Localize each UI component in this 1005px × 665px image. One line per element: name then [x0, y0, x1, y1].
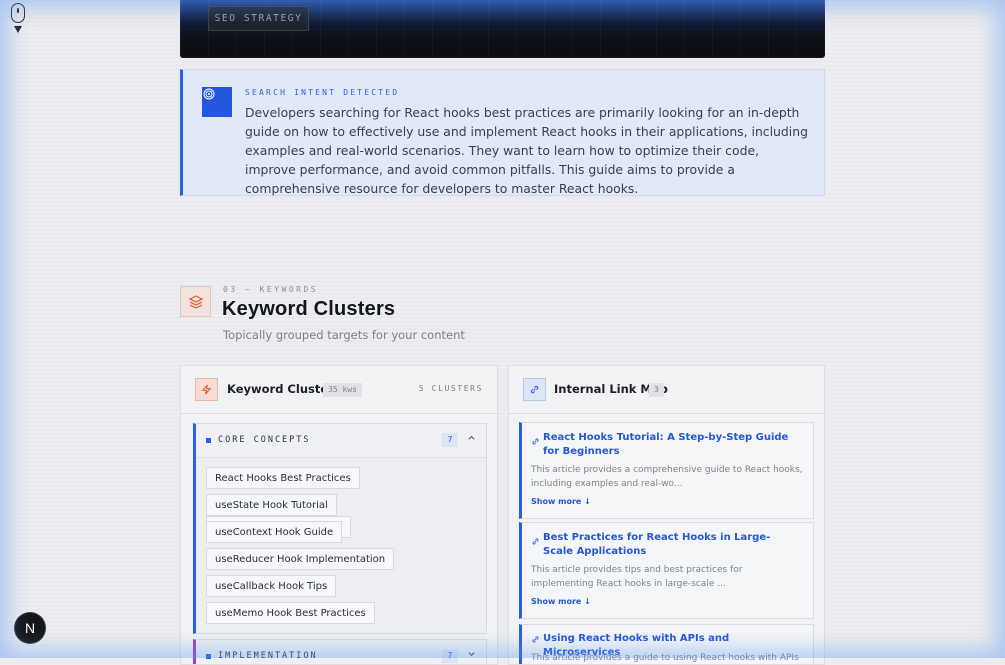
cluster-count-badge: 7: [442, 649, 458, 663]
nextjs-badge[interactable]: N: [15, 613, 45, 643]
article-card[interactable]: React Hooks Tutorial: A Step-by-Step Gui…: [519, 422, 814, 519]
layers-icon: [180, 286, 211, 317]
section-subtitle: Topically grouped targets for your conte…: [223, 328, 465, 342]
keyword-chip[interactable]: useContext Hook Guide: [206, 521, 343, 543]
keyword-clusters-panel: Keyword Clusters 35 kws 5 CLUSTERS CORE …: [180, 365, 498, 665]
keyword-chip[interactable]: React Hooks Best Practices: [206, 467, 360, 489]
scroll-mouse-icon: [11, 3, 27, 37]
cluster-count: 5 CLUSTERS: [418, 384, 483, 393]
panel-header: Internal Link Map 3: [509, 366, 824, 414]
hero-banner: SEO STRATEGY: [180, 0, 825, 58]
internal-link-map-panel: Internal Link Map 3 React Hooks Tutorial…: [508, 365, 825, 665]
article-title[interactable]: React Hooks Tutorial: A Step-by-Step Gui…: [543, 431, 793, 459]
intent-text: Developers searching for React hooks bes…: [245, 105, 808, 196]
cluster-card: IMPLEMENTATION 7: [193, 639, 487, 664]
show-more-link[interactable]: Show more ↓: [531, 497, 591, 506]
seo-strategy-button[interactable]: SEO STRATEGY: [208, 6, 309, 31]
search-intent-card: SEARCH INTENT DETECTED Developers search…: [180, 69, 825, 196]
article-card[interactable]: Using React Hooks with APIs and Microser…: [519, 624, 814, 664]
show-more-link[interactable]: Show more ↓: [531, 597, 591, 606]
section-title: Keyword Clusters: [222, 298, 396, 320]
chevron-down-icon[interactable]: [467, 649, 476, 661]
kws-badge: 35 kws: [323, 383, 362, 397]
link-icon: [523, 378, 546, 401]
article-description: This article provides tips and best prac…: [531, 565, 743, 589]
cluster-count-badge: 7: [442, 433, 458, 447]
link-count-badge: 3: [649, 383, 664, 397]
cluster-header[interactable]: IMPLEMENTATION 7: [196, 640, 486, 664]
article-description: This article provides a guide to using R…: [531, 653, 799, 663]
article-title[interactable]: Best Practices for React Hooks in Large-…: [543, 531, 793, 559]
article-description: This article provides a comprehensive gu…: [531, 465, 803, 489]
zap-icon: [195, 378, 218, 401]
cluster-name: IMPLEMENTATION: [218, 651, 318, 661]
intent-label: SEARCH INTENT DETECTED: [245, 88, 400, 97]
link-icon: [532, 636, 539, 643]
cluster-name: CORE CONCEPTS: [218, 435, 311, 445]
keyword-chip[interactable]: useState Hook Tutorial: [206, 494, 337, 516]
keyword-chip[interactable]: useMemo Hook Best Practices: [206, 602, 375, 624]
keyword-chip[interactable]: useCallback Hook Tips: [206, 575, 337, 597]
cluster-header[interactable]: CORE CONCEPTS 7: [196, 424, 486, 458]
chevron-up-icon[interactable]: [467, 433, 476, 445]
section-eyebrow: 03 — KEYWORDS: [223, 285, 319, 294]
link-icon: [532, 538, 539, 545]
keyword-chip[interactable]: useReducer Hook Implementation: [206, 548, 395, 570]
article-card[interactable]: Best Practices for React Hooks in Large-…: [519, 522, 814, 619]
panel-header: Keyword Clusters 35 kws 5 CLUSTERS: [181, 366, 497, 414]
target-icon: [202, 87, 232, 117]
link-icon: [532, 438, 539, 445]
cluster-card: CORE CONCEPTS 7 React Hooks Best Practic…: [193, 423, 487, 634]
